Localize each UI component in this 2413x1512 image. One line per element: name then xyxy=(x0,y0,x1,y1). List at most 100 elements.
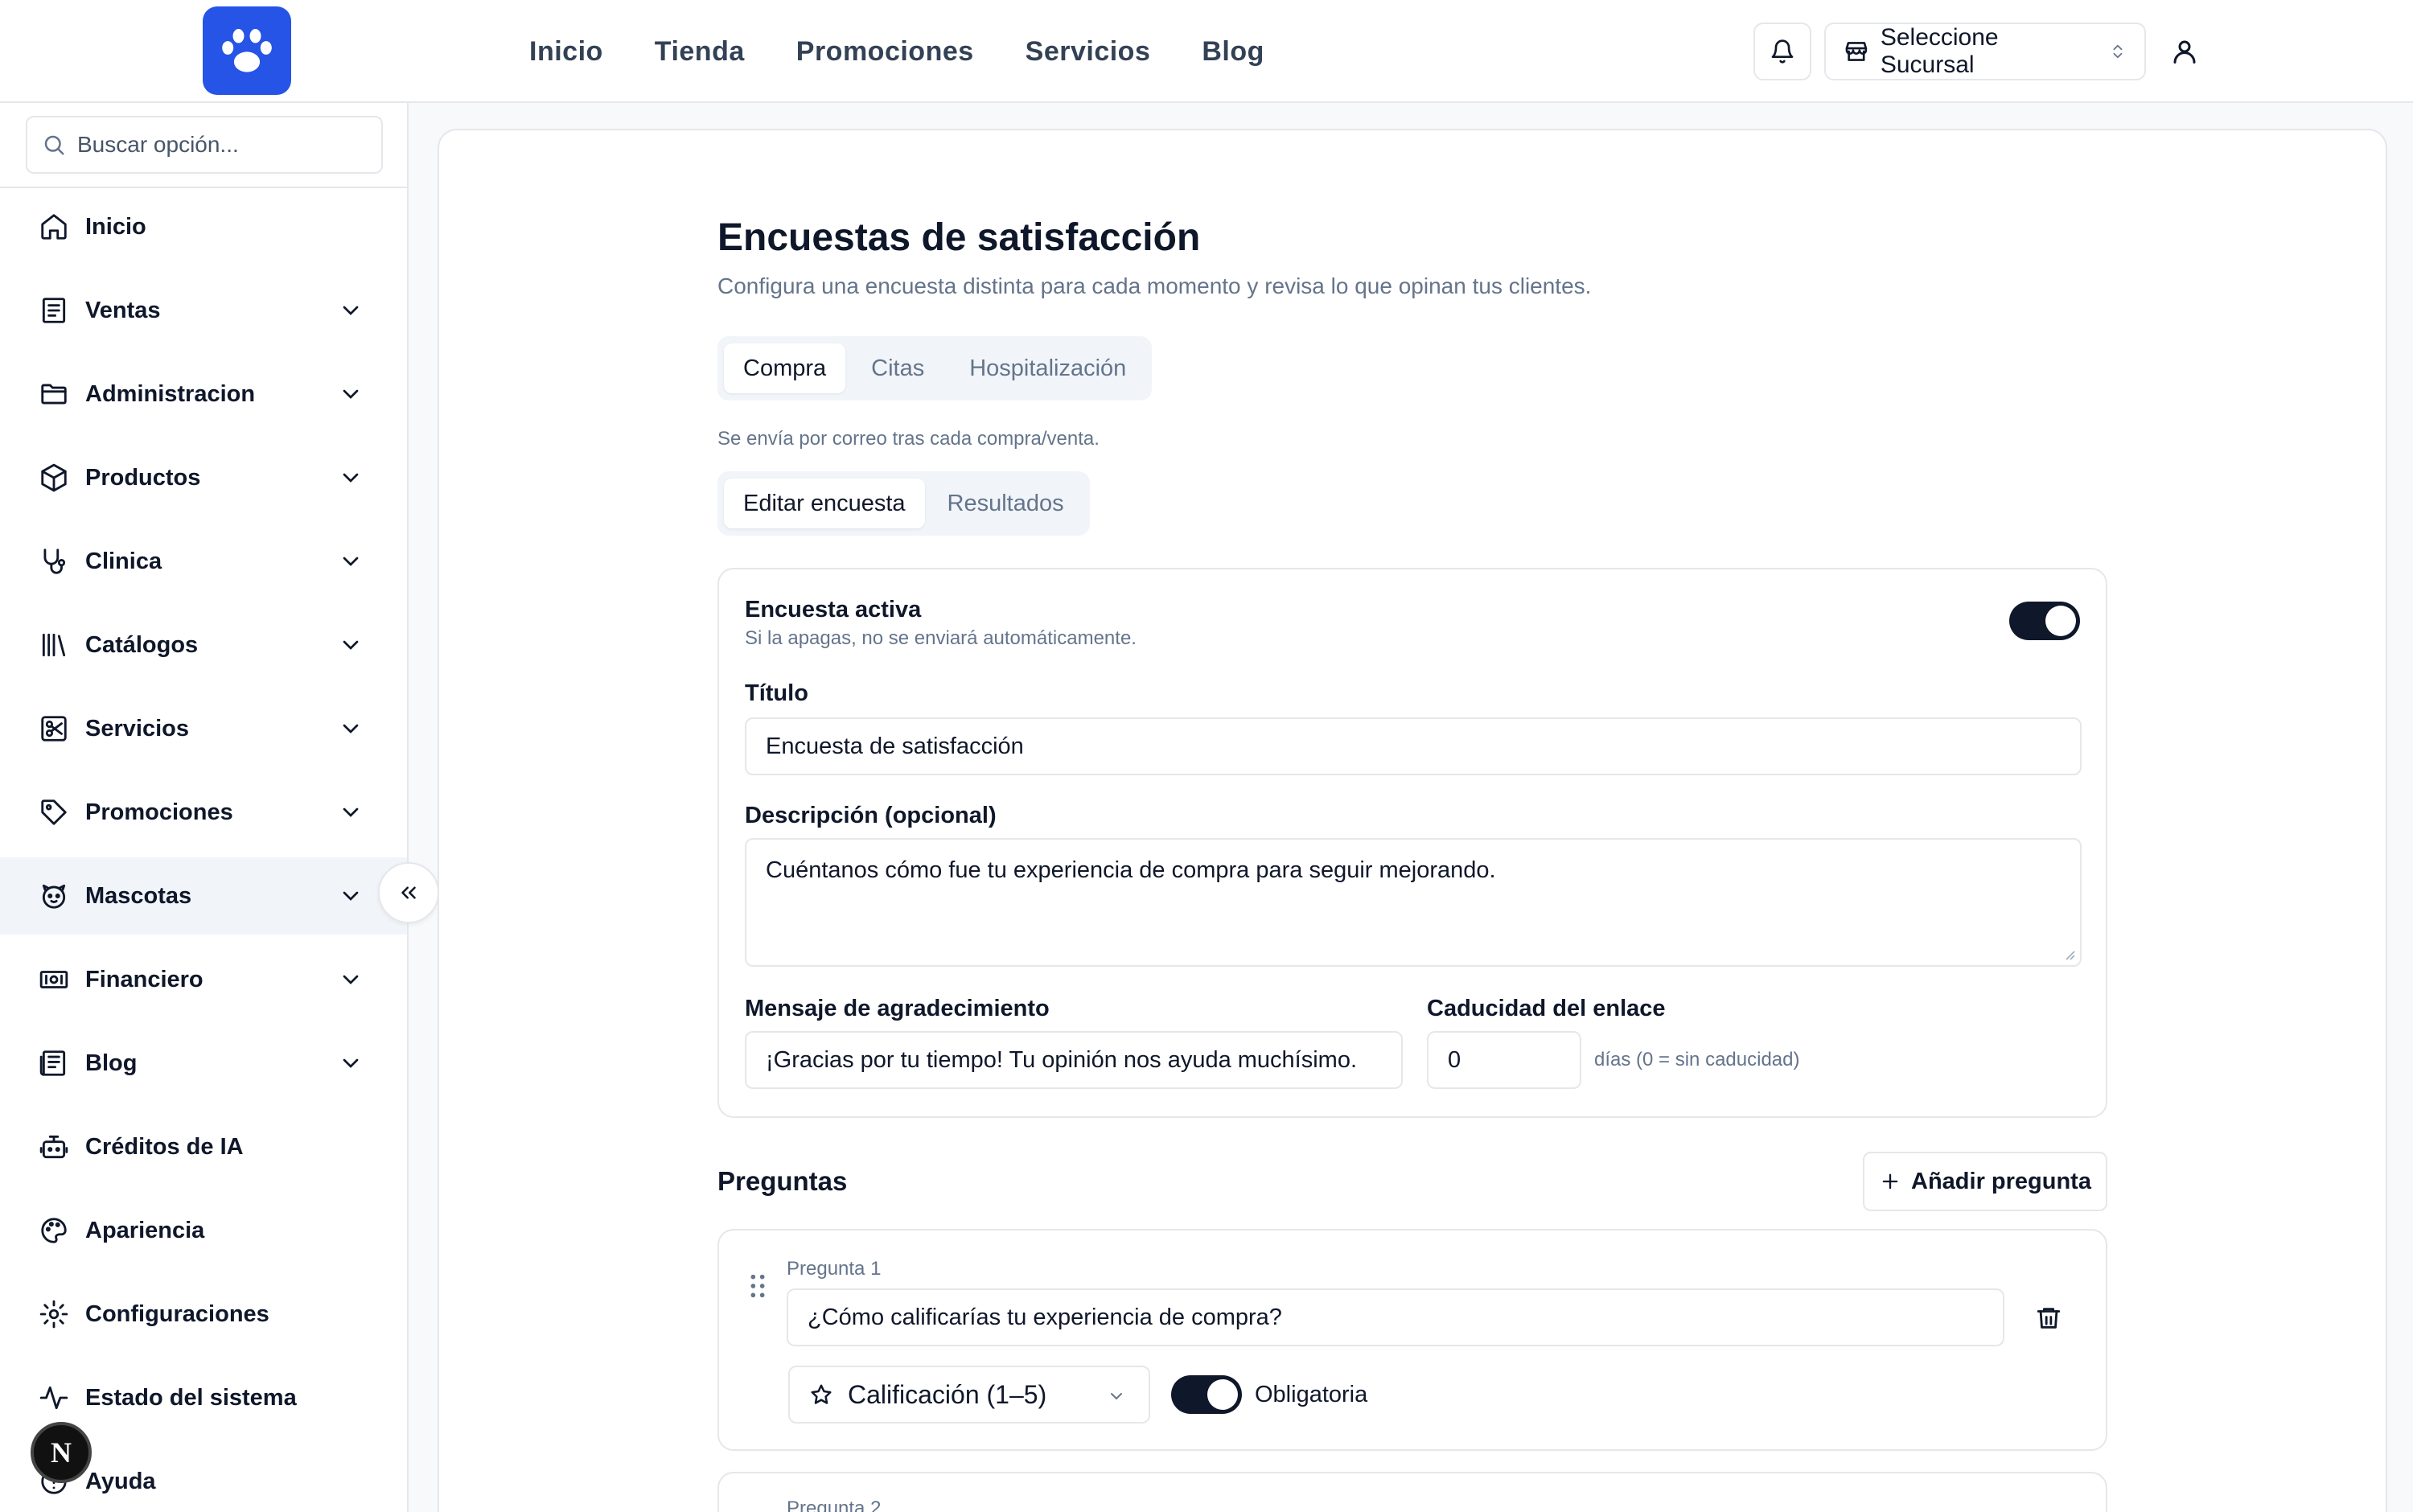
sidebar-item-label: Ayuda xyxy=(85,1468,156,1494)
chevron-down-icon[interactable] xyxy=(338,381,364,407)
sidebar-item-label: Inicio xyxy=(85,213,146,240)
sidebar-search xyxy=(0,103,407,188)
page-subtitle: Configura una encuesta distinta para cad… xyxy=(717,273,1592,298)
nav-link-blog[interactable]: Blog xyxy=(1202,36,1264,68)
sidebar-item-productos[interactable]: Productos xyxy=(0,439,407,516)
sidebar-item-mascotas[interactable]: Mascotas xyxy=(0,857,407,935)
nav-link-inicio[interactable]: Inicio xyxy=(529,36,603,68)
nav-link-servicios[interactable]: Servicios xyxy=(1026,36,1151,68)
expiry-label: Caducidad del enlace xyxy=(1427,996,1666,1021)
chevron-down-icon[interactable] xyxy=(338,465,364,491)
chevron-down-icon[interactable] xyxy=(338,967,364,992)
required-toggle[interactable] xyxy=(1171,1375,1242,1414)
sidebar-item-promociones[interactable]: Promociones xyxy=(0,774,407,851)
description-text: Cuéntanos cómo fue tu experiencia de com… xyxy=(766,857,1496,883)
chevron-down-icon[interactable] xyxy=(338,883,364,909)
tab-citas[interactable]: Citas xyxy=(852,343,943,393)
sidebar-item-créditos-de-ia[interactable]: Créditos de IA xyxy=(0,1108,407,1185)
home-icon xyxy=(41,214,67,240)
sidebar-item-servicios[interactable]: Servicios xyxy=(0,690,407,767)
library-icon xyxy=(42,633,66,657)
resize-handle-icon[interactable] xyxy=(2062,947,2075,960)
branch-selector-label: Seleccione Sucursal xyxy=(1880,24,1999,78)
question-type-select[interactable]: Calificación (1–5) xyxy=(788,1366,1150,1424)
chevron-down-icon[interactable] xyxy=(338,1050,364,1076)
search-icon xyxy=(44,135,64,155)
question-card: Pregunta 1 ¿Cómo calificarías tu experie… xyxy=(717,1229,2107,1451)
question-text-input[interactable]: ¿Cómo calificarías tu experiencia de com… xyxy=(787,1288,2004,1346)
tab-hospitalizacion[interactable]: Hospitalización xyxy=(950,343,1145,393)
plus-icon xyxy=(1882,1173,1898,1189)
questions-title: Preguntas xyxy=(717,1166,848,1196)
trash-icon[interactable] xyxy=(2035,1305,2062,1332)
sidebar-item-label: Clinica xyxy=(85,548,162,574)
sidebar-item-label: Mascotas xyxy=(85,882,192,909)
paw-logo[interactable] xyxy=(203,6,291,95)
chevron-down-icon xyxy=(1111,1393,1122,1400)
sidebar-item-ventas[interactable]: Ventas xyxy=(0,272,407,349)
receipt-icon xyxy=(42,298,66,323)
thanks-input[interactable]: ¡Gracias por tu tiempo! Tu opinión nos a… xyxy=(745,1031,1403,1089)
scissors-icon xyxy=(41,716,67,742)
sidebar-item-inicio[interactable]: Inicio xyxy=(0,188,407,265)
add-question-label: Añadir pregunta xyxy=(1911,1168,2091,1194)
active-toggle-hint: Si la apagas, no se enviará automáticame… xyxy=(745,627,1137,649)
sidebar-item-label: Apariencia xyxy=(85,1217,205,1243)
chevron-down-icon[interactable] xyxy=(338,549,364,574)
newspaper-icon xyxy=(39,1050,66,1076)
sidebar-search-input[interactable] xyxy=(77,132,367,158)
sidebar-item-label: Ventas xyxy=(85,297,161,323)
sidebar-item-label: Blog xyxy=(85,1050,138,1076)
sidebar-item-configuraciones[interactable]: Configuraciones xyxy=(0,1276,407,1353)
drag-handle-icon[interactable] xyxy=(748,1272,767,1300)
bell-icon xyxy=(1771,39,1794,64)
branch-selector[interactable]: Seleccione Sucursal xyxy=(1824,23,2146,80)
tab-compra[interactable]: Compra xyxy=(724,343,846,393)
thanks-label: Mensaje de agradecimiento xyxy=(745,996,1050,1021)
expiry-input[interactable]: 0 xyxy=(1427,1031,1581,1089)
add-question-button[interactable]: Añadir pregunta xyxy=(1863,1152,2107,1211)
sidebar-search-box[interactable] xyxy=(26,116,383,174)
description-textarea[interactable]: Cuéntanos cómo fue tu experiencia de com… xyxy=(745,838,2082,967)
question-type-value: Calificación (1–5) xyxy=(848,1379,1047,1409)
pet-icon xyxy=(42,884,66,909)
notifications-button[interactable] xyxy=(1753,23,1811,80)
collapse-sidebar-button[interactable] xyxy=(378,862,439,923)
chevron-down-icon[interactable] xyxy=(338,799,364,825)
banknote-icon xyxy=(39,971,68,988)
tab-editar-encuesta[interactable]: Editar encuesta xyxy=(724,479,925,528)
sidebar-item-catálogos[interactable]: Catálogos xyxy=(0,606,407,684)
sidebar-item-administracion[interactable]: Administracion xyxy=(0,355,407,433)
activity-icon xyxy=(39,1386,68,1410)
survey-type-tabs: Compra Citas Hospitalización xyxy=(717,336,1153,401)
user-menu-button[interactable] xyxy=(2156,23,2214,80)
question-number-label: Pregunta 1 xyxy=(787,1258,882,1280)
folder-icon xyxy=(41,384,67,405)
next-dev-badge[interactable]: N xyxy=(31,1422,92,1483)
survey-type-hint: Se envía por correo tras cada compra/ven… xyxy=(717,428,1100,450)
main-nav: Inicio Tienda Promociones Servicios Blog xyxy=(529,0,1264,103)
tab-resultados[interactable]: Resultados xyxy=(928,479,1083,528)
question-card: Pregunta 2 xyxy=(717,1472,2107,1512)
nav-link-promociones[interactable]: Promociones xyxy=(796,36,974,68)
chevron-down-icon[interactable] xyxy=(338,716,364,742)
package-icon xyxy=(41,463,67,492)
description-label: Descripción (opcional) xyxy=(745,803,997,828)
chevron-down-icon[interactable] xyxy=(338,632,364,658)
store-icon xyxy=(1845,42,1868,61)
chevron-down-icon[interactable] xyxy=(338,298,364,323)
sidebar-item-label: Servicios xyxy=(85,715,189,742)
title-input[interactable]: Encuesta de satisfacción xyxy=(745,717,2082,775)
top-navbar: Inicio Tienda Promociones Servicios Blog… xyxy=(0,0,2413,103)
required-label: Obligatoria xyxy=(1255,1382,1368,1407)
nav-link-tienda[interactable]: Tienda xyxy=(655,36,745,68)
sidebar-item-label: Productos xyxy=(85,464,201,491)
active-toggle[interactable] xyxy=(2009,602,2080,640)
sidebar-item-financiero[interactable]: Financiero xyxy=(0,941,407,1018)
page-title: Encuestas de satisfacción xyxy=(717,216,1201,259)
sidebar-item-clinica[interactable]: Clinica xyxy=(0,523,407,600)
paw-icon xyxy=(222,29,272,72)
sidebar-item-apariencia[interactable]: Apariencia xyxy=(0,1192,407,1269)
sidebar-item-label: Administracion xyxy=(85,380,256,407)
sidebar-item-blog[interactable]: Blog xyxy=(0,1025,407,1102)
